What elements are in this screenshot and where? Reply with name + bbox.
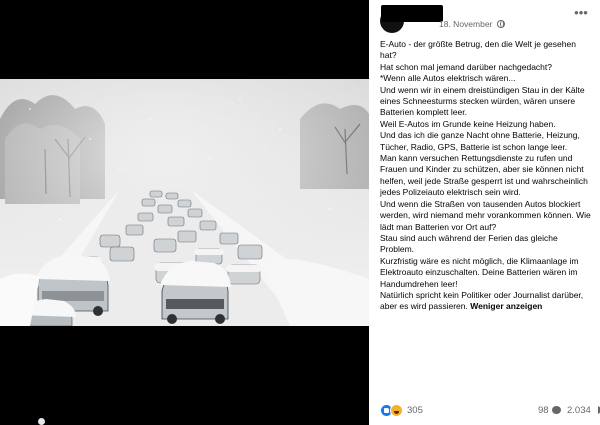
post-date-text[interactable]: 18. November <box>439 19 492 29</box>
reaction-icons[interactable] <box>380 404 406 418</box>
post-timestamp[interactable]: 18. November <box>439 19 505 29</box>
globe-icon <box>496 20 505 28</box>
post-header: 18. November ••• <box>369 0 600 42</box>
haha-icon <box>390 404 403 417</box>
carousel-dot[interactable] <box>38 418 45 425</box>
post-text: E-Auto - der größte Betrug, den die Welt… <box>380 39 594 313</box>
author-name-redacted[interactable] <box>381 5 443 22</box>
post-text-last-line: Natürlich spricht kein Politiker oder Jo… <box>380 290 594 313</box>
post-text-line: Stau sind auch während der Ferien das gl… <box>380 232 558 255</box>
post-text-line: E-Auto - der größte Betrug, den die Welt… <box>380 39 576 61</box>
reactions-bar: 305 98 2.034 <box>380 403 600 419</box>
post-text-line: *Wenn alle Autos elektrisch wären... <box>380 73 516 84</box>
more-options-button[interactable]: ••• <box>570 6 592 26</box>
post-panel: 18. November ••• E-Auto - der größte Bet… <box>369 0 600 425</box>
see-less-link[interactable]: Weniger anzeigen <box>470 301 542 311</box>
post-text-line: Kurzfristig wäre es nicht möglich, die K… <box>380 255 579 289</box>
reaction-count[interactable]: 305 <box>407 405 423 416</box>
post-photo[interactable] <box>0 79 369 326</box>
post-text-line: Hat schon mal jemand darüber nachgedacht… <box>380 61 552 72</box>
post-text-line: Weil E-Autos im Grunde keine Heizung hab… <box>380 118 556 129</box>
post-text-line: Und das ich die ganze Nacht ohne Batteri… <box>380 130 580 152</box>
comment-count[interactable]: 98 <box>538 405 549 416</box>
post-text-line: Man kann versuchen Rettungsdienste zu ru… <box>380 153 588 198</box>
share-count[interactable]: 2.034 <box>567 405 591 416</box>
post-text-line: Und wenn die Straßen von tausenden Autos… <box>380 198 591 232</box>
post-text-line: Und wenn wir in einem dreistündigen Stau… <box>380 84 585 118</box>
media-viewer <box>0 0 369 425</box>
comment-icon[interactable] <box>552 406 561 414</box>
